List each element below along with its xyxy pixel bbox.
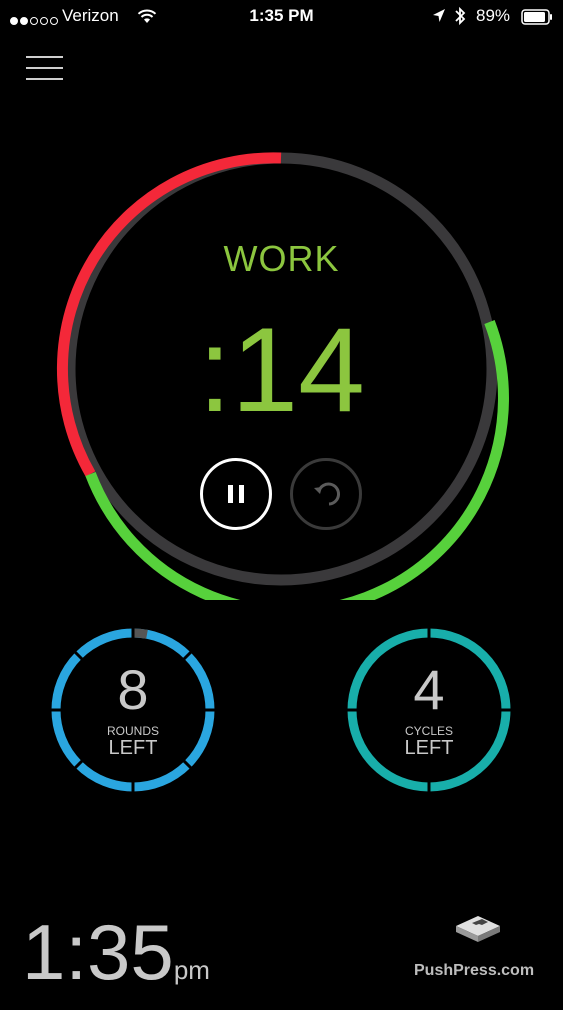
- footer-clock-time: 1:35: [22, 908, 174, 996]
- footer-clock: 1:35pm: [22, 912, 210, 1010]
- countdown-display: :14: [198, 303, 365, 437]
- rounds-label: ROUNDS: [106, 724, 159, 738]
- cycles-label: CYCLES: [404, 724, 454, 738]
- cycles-value: 4: [413, 658, 445, 721]
- timer-ring: [56, 152, 509, 600]
- cycles-left-label: LEFT: [404, 737, 454, 759]
- footer-clock-ampm: pm: [173, 955, 210, 985]
- pause-button[interactable]: [200, 458, 272, 530]
- rounds-left-label: LEFT: [108, 737, 158, 759]
- rounds-value: 8: [117, 658, 149, 721]
- reset-button[interactable]: [290, 458, 362, 530]
- rotate-back-icon: [314, 482, 341, 506]
- pushpress-logo-icon: [456, 916, 500, 942]
- phase-label: WORK: [223, 238, 340, 279]
- brand-name[interactable]: PushPress.com: [414, 962, 534, 980]
- pause-icon: [228, 485, 244, 503]
